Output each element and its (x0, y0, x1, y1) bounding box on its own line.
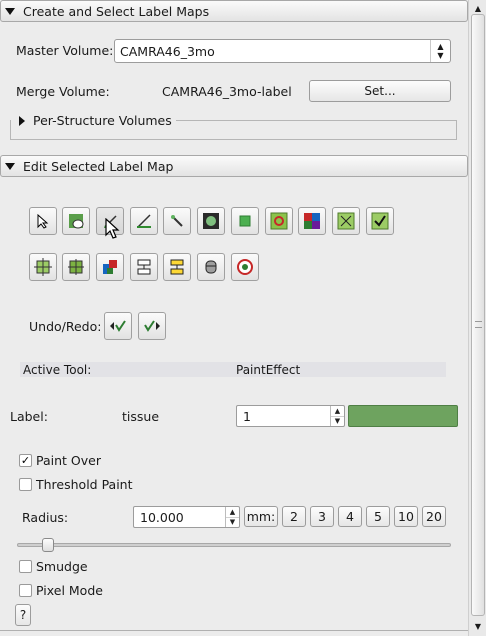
spin-up-icon[interactable]: ▲ (226, 507, 239, 517)
undo-icon (110, 320, 126, 332)
threshold-paint-label: Threshold Paint (36, 477, 133, 492)
radius-label: Radius: (22, 510, 69, 525)
label-value-spinbox[interactable]: 1 ▲ ▼ (236, 405, 345, 427)
spin-arrows[interactable]: ▲ ▼ (225, 507, 239, 527)
erode-grid-button[interactable] (332, 207, 360, 235)
radius-spinbox[interactable]: 10.000 ▲ ▼ (133, 506, 240, 528)
expand-arrow-icon (19, 115, 25, 126)
paint-over-checkbox[interactable]: ✓ (19, 454, 32, 467)
pixel-mode-checkbox[interactable] (19, 584, 32, 597)
target-icon (237, 259, 253, 275)
scrollbar-thumb[interactable] (471, 14, 485, 616)
island-button[interactable] (96, 253, 124, 281)
wand-tool-button[interactable] (163, 207, 191, 235)
image-tool-button[interactable] (197, 207, 225, 235)
merge-icon (170, 259, 184, 275)
vertical-scrollbar[interactable]: ▲ ▼ (468, 0, 486, 636)
redo-icon (144, 320, 160, 332)
master-volume-value: CAMRA46_3mo (120, 43, 215, 59)
merge-volume-value: CAMRA46_3mo-label (162, 84, 292, 99)
label-name: tissue (122, 409, 160, 424)
radius-preset-4-button[interactable]: 4 (338, 506, 362, 527)
spin-down-icon[interactable]: ▼ (331, 415, 344, 427)
radius-unit-label: mm: (244, 506, 278, 527)
master-volume-label: Master Volume: (16, 43, 114, 58)
wand-icon (171, 215, 183, 227)
threshold-grid-button[interactable] (298, 207, 326, 235)
active-tool-label: Active Tool: (23, 363, 92, 377)
master-volume-select[interactable]: CAMRA46_3mo ▲ ▼ (114, 39, 451, 63)
thumb-grip-icon (475, 321, 482, 328)
check-grid-icon (371, 212, 389, 230)
merge-volume-label: Merge Volume: (16, 84, 110, 99)
radius-preset-3-button[interactable]: 3 (310, 506, 334, 527)
erode-grid-icon (337, 212, 355, 230)
level-tracing-icon (137, 214, 151, 228)
spin-down-icon[interactable]: ▼ (226, 516, 239, 528)
per-structure-label: Per-Structure Volumes (33, 113, 172, 128)
target-button[interactable] (231, 253, 259, 281)
check-grid-button[interactable] (366, 207, 394, 235)
collapse-arrow-icon (5, 7, 15, 15)
undo-redo-label: Undo/Redo: (29, 319, 102, 334)
spin-up-icon[interactable]: ▲ (331, 406, 344, 416)
radius-preset-5-button[interactable]: 5 (366, 506, 390, 527)
radius-preset-2-button[interactable]: 2 (282, 506, 306, 527)
smudge-checkbox[interactable] (19, 560, 32, 573)
paint-over-label: Paint Over (36, 453, 101, 468)
scroll-down-icon[interactable]: ▼ (470, 618, 486, 634)
threshold-grid-icon (304, 213, 320, 229)
cylinder-icon (205, 260, 217, 274)
edit-selected-section-header[interactable]: Edit Selected Label Map (0, 155, 468, 177)
level-tracing-button[interactable] (130, 207, 158, 235)
active-tool-value: PaintEffect (236, 363, 301, 377)
threshold-paint-checkbox[interactable] (19, 478, 32, 491)
smudge-label: Smudge (36, 559, 88, 574)
undo-button[interactable] (104, 312, 132, 340)
label-color-swatch[interactable] (348, 405, 458, 427)
mouse-cursor-icon (105, 218, 120, 239)
rectangle-icon (239, 215, 251, 227)
paint-tool-button[interactable] (62, 207, 90, 235)
pointer-icon (37, 213, 49, 229)
collapse-arrow-icon (5, 162, 15, 170)
label-caption: Label: (10, 409, 48, 424)
per-structure-toggle[interactable]: Per-Structure Volumes (19, 113, 176, 128)
paint-tool-icon (69, 214, 84, 229)
divider (176, 120, 457, 121)
dilate-icon (34, 258, 52, 276)
image-icon (203, 213, 219, 229)
panel-bottom-edge (0, 630, 468, 631)
grow-region-icon (270, 212, 288, 230)
morphology-button[interactable] (62, 253, 90, 281)
radius-preset-10-button[interactable]: 10 (394, 506, 418, 527)
label-value: 1 (243, 408, 251, 424)
grow-region-button[interactable] (265, 207, 293, 235)
split-icon (137, 259, 151, 275)
island-icon (103, 260, 117, 274)
radius-preset-20-button[interactable]: 20 (422, 506, 446, 527)
radius-slider-track[interactable] (17, 543, 451, 547)
set-merge-volume-button[interactable]: Set... (309, 80, 451, 102)
section-title: Edit Selected Label Map (23, 158, 174, 174)
pixel-mode-label: Pixel Mode (36, 583, 103, 598)
section-title: Create and Select Label Maps (23, 3, 210, 19)
pointer-tool-button[interactable] (29, 207, 57, 235)
split-button[interactable] (130, 253, 158, 281)
help-button[interactable]: ? (15, 604, 31, 626)
spin-arrows[interactable]: ▲ ▼ (330, 406, 344, 426)
dilate-button[interactable] (29, 253, 57, 281)
radius-slider-handle[interactable] (42, 538, 55, 552)
radius-value: 10.000 (140, 509, 184, 525)
create-select-section-header[interactable]: Create and Select Label Maps (0, 0, 468, 22)
rectangle-tool-button[interactable] (231, 207, 259, 235)
morphology-icon (68, 259, 84, 275)
combo-arrows-icon: ▲ ▼ (430, 40, 450, 62)
redo-button[interactable] (138, 312, 166, 340)
cylinder-button[interactable] (197, 253, 225, 281)
merge-button[interactable] (163, 253, 191, 281)
